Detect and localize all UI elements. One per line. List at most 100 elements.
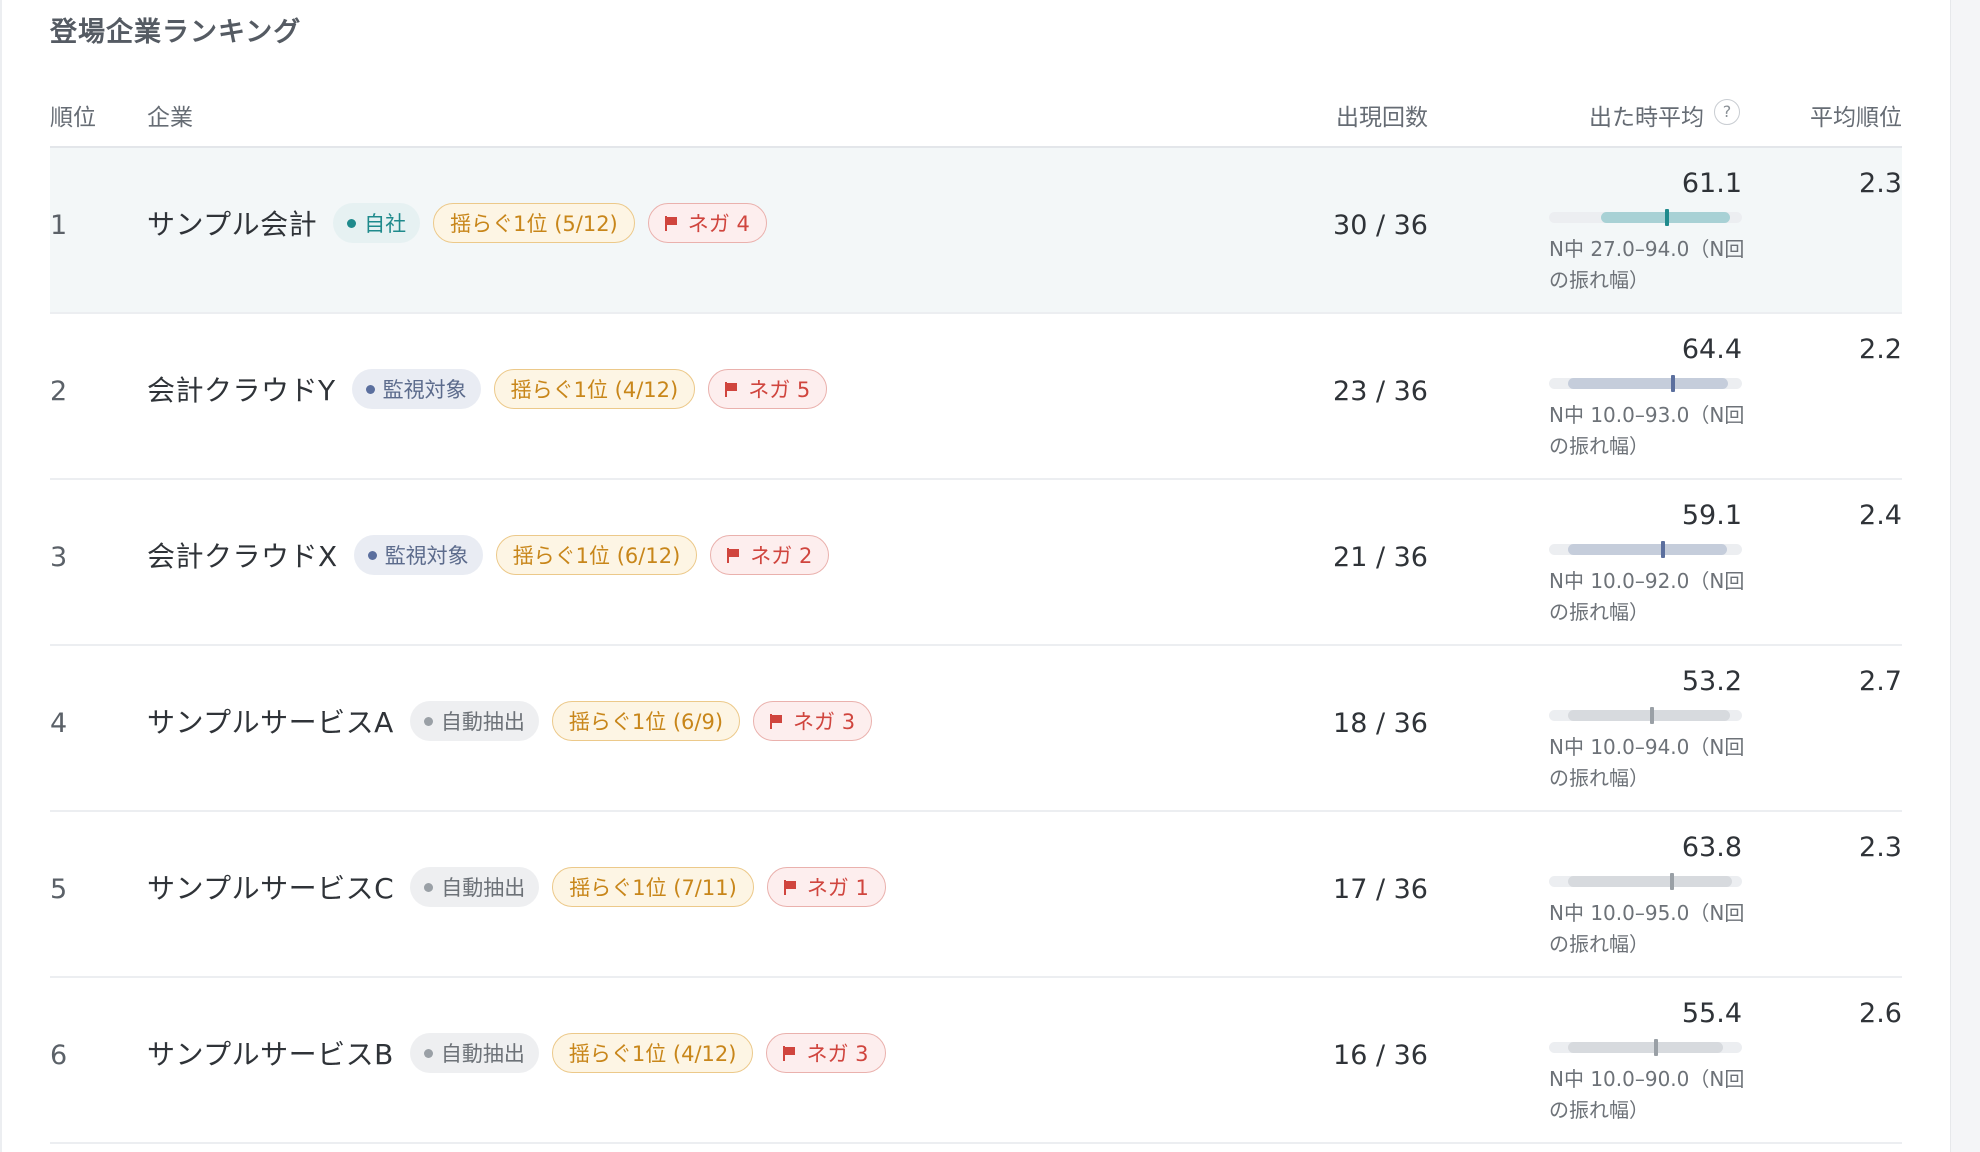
range-note: N中 10.0–95.0（N回の振れ幅） — [1549, 901, 1745, 956]
table-row[interactable]: 1 サンプル会計 自社 揺らぐ1位 (5/12) ネガ 4 30 / 36 61… — [50, 148, 1902, 314]
company-cell: サンプル会計 自社 揺らぐ1位 (5/12) ネガ 4 — [147, 200, 780, 246]
negative-label: ネガ 5 — [748, 378, 811, 402]
range-bar-fill — [1568, 544, 1727, 555]
avg-marker — [1670, 873, 1675, 890]
rank-cell: 4 — [50, 708, 68, 739]
avg-value: 63.8 — [1681, 832, 1742, 863]
range-note: N中 27.0–94.0（N回の振れ幅） — [1549, 237, 1745, 292]
range-note: N中 10.0–94.0（N回の振れ幅） — [1549, 735, 1745, 790]
table-body: 1 サンプル会計 自社 揺らぐ1位 (5/12) ネガ 4 30 / 36 61… — [50, 148, 1902, 1144]
avg-rank-cell: 2.2 — [1859, 334, 1902, 365]
company-type-label: 監視対象 — [382, 378, 467, 402]
company-name[interactable]: サンプル会計 — [147, 203, 317, 243]
rank-cell: 6 — [50, 1040, 68, 1071]
company-cell: 会計クラウドY 監視対象 揺らぐ1位 (4/12) ネガ 5 — [147, 366, 840, 412]
company-type-label: 自動抽出 — [440, 710, 525, 734]
company-type-badge: 監視対象 — [353, 535, 483, 575]
avg-marker — [1664, 209, 1669, 226]
range-note: N中 10.0–90.0（N回の振れ幅） — [1549, 1067, 1745, 1122]
avg-value: 53.2 — [1681, 666, 1742, 697]
range-bar-track — [1549, 209, 1742, 226]
company-name[interactable]: サンプルサービスB — [147, 1033, 394, 1073]
negative-badge: ネガ 5 — [708, 369, 828, 409]
sway-badge: 揺らぐ1位 (4/12) — [493, 369, 696, 409]
sway-badge: 揺らぐ1位 (4/12) — [551, 1033, 754, 1073]
avg-value: 61.1 — [1681, 168, 1742, 199]
company-type-label: 監視対象 — [384, 544, 469, 568]
avg-value: 64.4 — [1681, 334, 1742, 365]
table-row[interactable]: 5 サンプルサービスC 自動抽出 揺らぐ1位 (7/11) ネガ 1 17 / … — [50, 812, 1902, 978]
negative-label: ネガ 1 — [806, 876, 869, 900]
range-bar-fill — [1568, 876, 1733, 887]
table-header: 順位 企業 出現回数 出た時平均 ? 平均順位 — [50, 92, 1902, 148]
sway-badge: 揺らぐ1位 (5/12) — [433, 203, 635, 243]
rank-cell: 3 — [50, 542, 68, 573]
table-row[interactable]: 6 サンプルサービスB 自動抽出 揺らぐ1位 (4/12) ネガ 3 16 / … — [50, 978, 1902, 1144]
count-cell: 21 / 36 — [1333, 542, 1428, 573]
avg-rank-cell: 2.6 — [1859, 998, 1902, 1029]
range-bar-fill — [1568, 1042, 1723, 1053]
avg-rank-cell: 2.3 — [1859, 832, 1902, 863]
table-row[interactable]: 3 会計クラウドX 監視対象 揺らぐ1位 (6/12) ネガ 2 21 / 36… — [50, 480, 1902, 646]
company-name[interactable]: サンプルサービスC — [147, 867, 394, 907]
sway-badge: 揺らぐ1位 (6/12) — [495, 535, 698, 575]
status-dot-icon — [423, 716, 433, 726]
column-header-rank[interactable]: 順位 — [50, 98, 96, 132]
avg-marker — [1661, 541, 1666, 558]
range-bar-track — [1549, 541, 1742, 558]
company-cell: サンプルサービスC 自動抽出 揺らぐ1位 (7/11) ネガ 1 — [147, 864, 899, 910]
range-note: N中 10.0–92.0（N回の振れ幅） — [1549, 569, 1745, 624]
negative-label: ネガ 4 — [687, 212, 750, 236]
negative-badge: ネガ 4 — [647, 203, 767, 243]
company-type-label: 自動抽出 — [440, 1042, 525, 1066]
status-dot-icon — [424, 882, 434, 892]
company-cell: サンプルサービスA 自動抽出 揺らぐ1位 (6/9) ネガ 3 — [147, 698, 885, 744]
negative-label: ネガ 3 — [793, 710, 856, 734]
negative-badge: ネガ 3 — [766, 1033, 886, 1073]
range-bar-track — [1549, 375, 1742, 392]
rank-cell: 1 — [50, 210, 68, 241]
rank-cell: 2 — [50, 376, 68, 407]
flag-icon — [664, 215, 678, 231]
range-bar-track — [1549, 1039, 1742, 1056]
count-cell: 17 / 36 — [1333, 874, 1428, 905]
company-name[interactable]: 会計クラウドY — [147, 369, 336, 409]
avg-rank-cell: 2.4 — [1859, 500, 1902, 531]
company-cell: サンプルサービスB 自動抽出 揺らぐ1位 (4/12) ネガ 3 — [147, 1030, 899, 1076]
range-note: N中 10.0–93.0（N回の振れ幅） — [1549, 403, 1745, 458]
column-header-avg-rank[interactable]: 平均順位 — [1810, 98, 1902, 132]
range-bar-track — [1549, 707, 1742, 724]
count-cell: 23 / 36 — [1333, 376, 1428, 407]
column-header-count[interactable]: 出現回数 — [1336, 98, 1428, 132]
sway-badge: 揺らぐ1位 (7/11) — [552, 867, 754, 907]
company-type-label: 自動抽出 — [441, 876, 526, 900]
company-name[interactable]: サンプルサービスA — [147, 701, 394, 741]
scrollbar-track[interactable] — [1950, 0, 1980, 1152]
avg-rank-cell: 2.7 — [1859, 666, 1902, 697]
company-type-label: 自社 — [364, 212, 407, 236]
range-bar-fill — [1568, 378, 1729, 389]
flag-icon — [783, 1045, 796, 1061]
table-row[interactable]: 2 会計クラウドY 監視対象 揺らぐ1位 (4/12) ネガ 5 23 / 36… — [50, 314, 1902, 480]
company-type-badge: 自動抽出 — [409, 1033, 539, 1073]
help-icon[interactable]: ? — [1714, 99, 1740, 125]
company-name[interactable]: 会計クラウドX — [147, 535, 338, 575]
status-dot-icon — [347, 218, 357, 228]
column-header-company[interactable]: 企業 — [147, 98, 193, 132]
company-type-badge: 自社 — [333, 203, 421, 243]
avg-marker — [1649, 707, 1654, 724]
negative-badge: ネガ 1 — [766, 867, 886, 907]
rank-cell: 5 — [50, 874, 68, 905]
sway-badge: 揺らぐ1位 (6/9) — [551, 701, 741, 741]
status-dot-icon — [423, 1048, 433, 1058]
table-row[interactable]: 4 サンプルサービスA 自動抽出 揺らぐ1位 (6/9) ネガ 3 18 / 3… — [50, 646, 1902, 812]
company-cell: 会計クラウドX 監視対象 揺らぐ1位 (6/12) ネガ 2 — [147, 532, 842, 578]
flag-icon — [725, 381, 738, 397]
column-header-avg-label: 出た時平均 — [1589, 105, 1704, 131]
status-dot-icon — [365, 384, 375, 394]
avg-marker — [1671, 375, 1676, 392]
range-bar-track — [1549, 873, 1742, 890]
negative-label: ネガ 3 — [806, 1042, 869, 1066]
negative-badge: ネガ 2 — [710, 535, 830, 575]
company-type-badge: 監視対象 — [351, 369, 481, 409]
